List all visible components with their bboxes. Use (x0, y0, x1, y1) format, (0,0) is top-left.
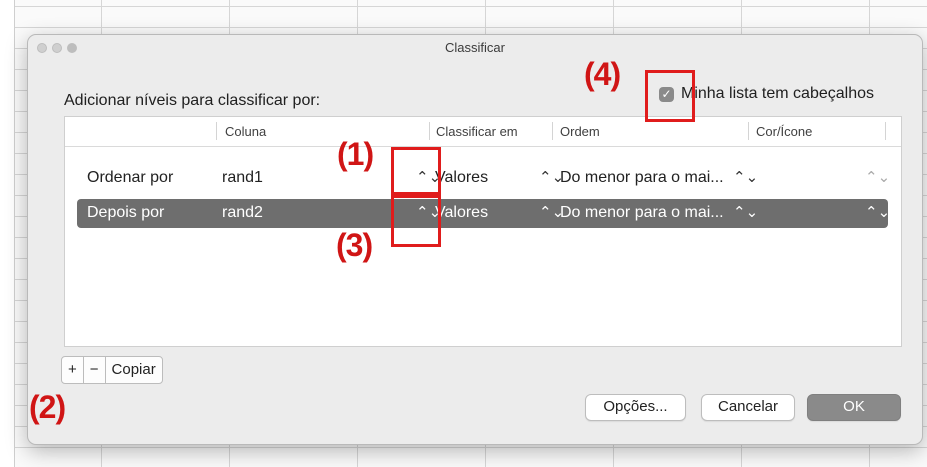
annotation-box-4 (645, 70, 695, 122)
ok-button[interactable]: OK (807, 394, 901, 421)
remove-level-button[interactable]: − (84, 357, 106, 383)
headers-checkbox-label: Minha lista tem cabeçalhos (681, 85, 874, 102)
column-header-coluna: Coluna (225, 124, 267, 139)
dialog-title: Classificar (445, 40, 505, 55)
copy-level-button[interactable]: Copiar (106, 357, 162, 383)
column-header-cor-icone: Cor/Ícone (756, 124, 813, 139)
color-icon-select-arrows-icon[interactable]: ⌃⌄ (865, 203, 890, 221)
order-select-arrows-icon[interactable]: ⌃⌄ (733, 203, 758, 221)
column-select[interactable]: rand1 (222, 169, 263, 187)
sort-dialog: Classificar Adicionar níveis para classi… (27, 34, 923, 445)
annotation-box-3 (391, 195, 441, 247)
column-divider (748, 122, 749, 140)
column-select[interactable]: rand2 (222, 204, 263, 222)
order-select[interactable]: Do menor para o mai... (560, 169, 724, 187)
column-divider (216, 122, 217, 140)
sort-levels-table: Coluna Classificar em Ordem Cor/Ícone Or… (64, 116, 902, 347)
table-header: Coluna Classificar em Ordem Cor/Ícone (65, 117, 901, 147)
level-buttons-group: + − Copiar (61, 356, 163, 384)
annotation-label-2: (2) (29, 389, 66, 425)
level-label: Ordenar por (87, 169, 174, 186)
annotation-label-1: (1) (337, 136, 374, 172)
sort-on-select[interactable]: Valores (435, 204, 488, 222)
options-button[interactable]: Opções... (585, 394, 686, 421)
annotation-box-1 (391, 147, 441, 195)
sort-level-row-selected[interactable]: Depois por rand2 ⌃⌄ Valores ⌃⌄ Do menor … (77, 199, 890, 228)
column-header-ordem: Ordem (560, 124, 600, 139)
levels-heading: Adicionar níveis para classificar por: (64, 92, 321, 109)
column-divider (429, 122, 430, 140)
annotation-label-3: (3) (336, 227, 373, 263)
column-divider (552, 122, 553, 140)
sort-on-select[interactable]: Valores (435, 169, 488, 187)
level-label: Depois por (87, 204, 165, 221)
column-header-classificar-em: Classificar em (436, 124, 518, 139)
sort-level-row[interactable]: Ordenar por rand1 ⌃⌄ Valores ⌃⌄ Do menor… (77, 164, 890, 193)
sheet-left-edge (0, 0, 15, 467)
add-level-button[interactable]: + (62, 357, 84, 383)
cancel-button[interactable]: Cancelar (701, 394, 795, 421)
annotation-label-4: (4) (584, 56, 621, 92)
color-icon-select-arrows-icon[interactable]: ⌃⌄ (865, 168, 890, 186)
order-select[interactable]: Do menor para o mai... (560, 204, 724, 222)
order-select-arrows-icon[interactable]: ⌃⌄ (733, 168, 758, 186)
dialog-titlebar: Classificar (28, 35, 922, 59)
column-divider (885, 122, 886, 140)
